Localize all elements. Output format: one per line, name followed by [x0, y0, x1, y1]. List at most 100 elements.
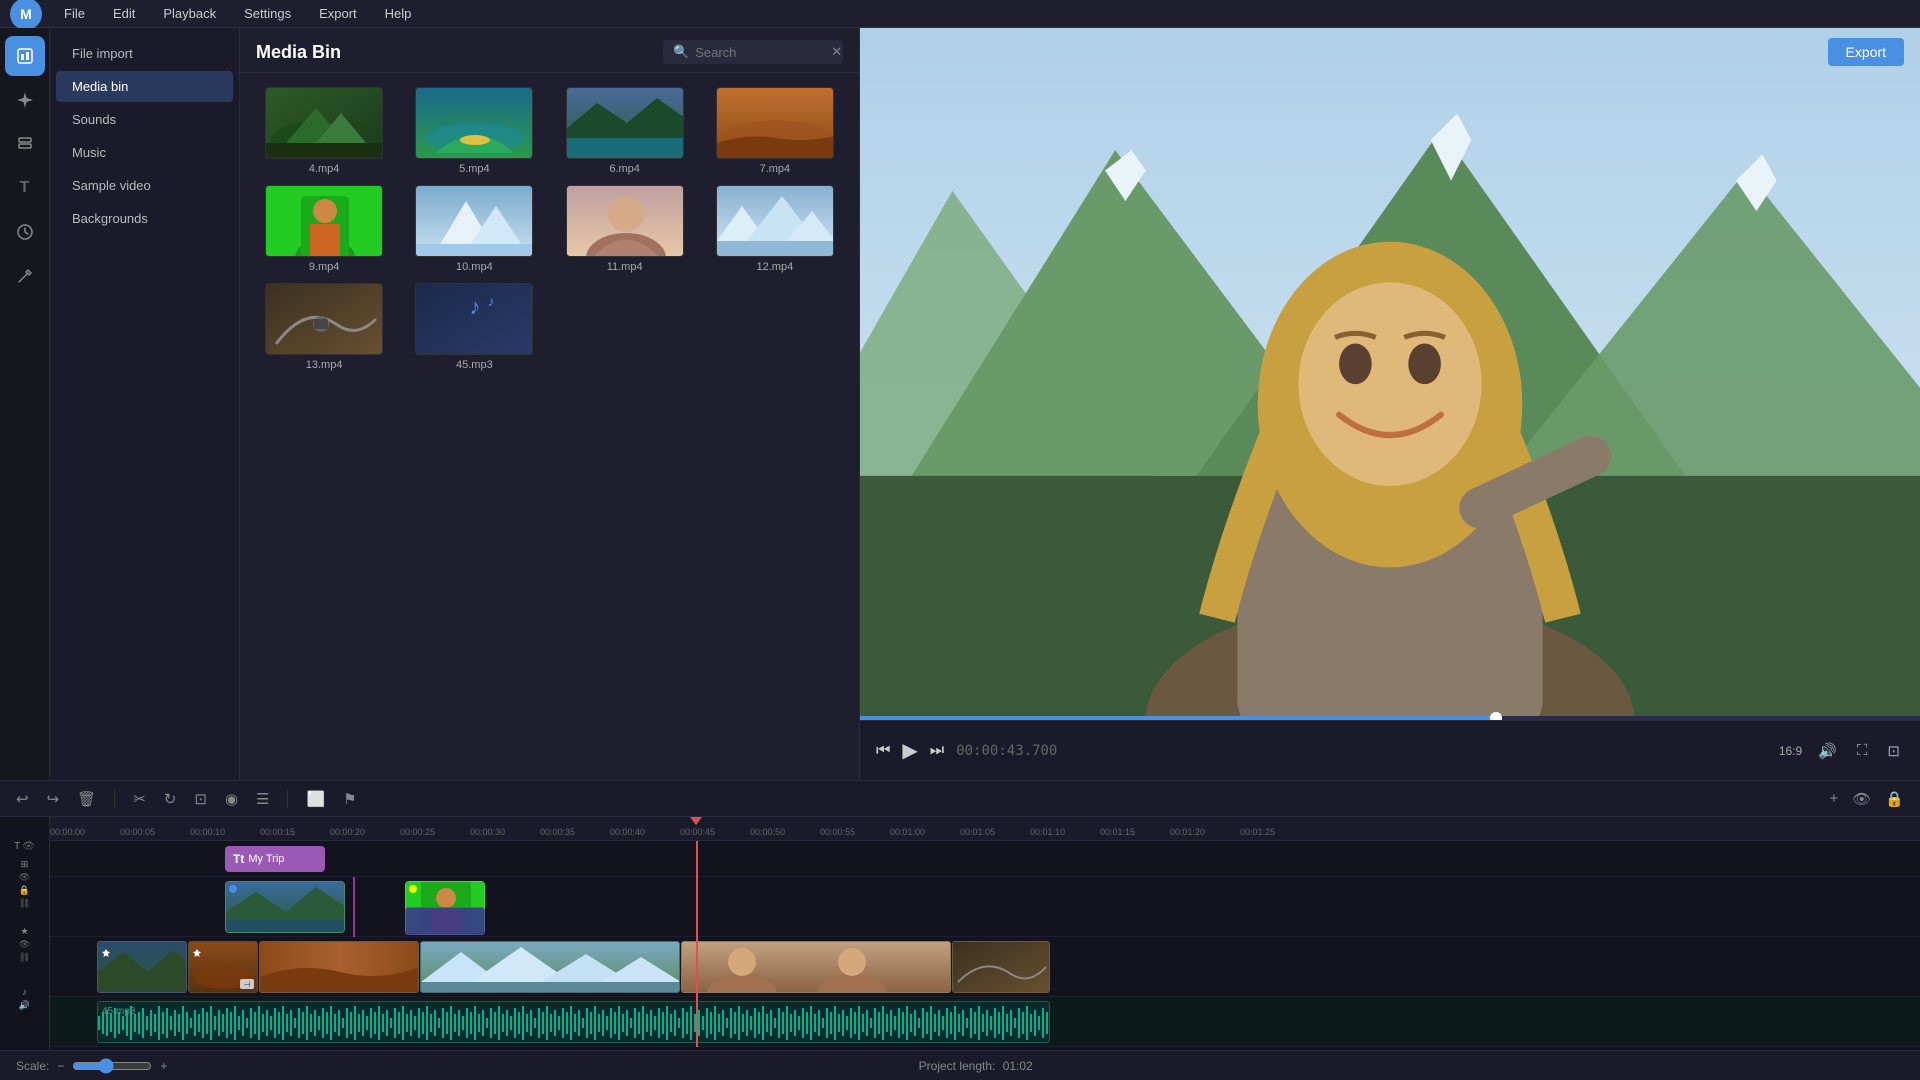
- marker-button[interactable]: ⚑: [339, 788, 360, 810]
- divider-2: [287, 790, 288, 808]
- sidebar-icon-wrench[interactable]: [5, 256, 45, 296]
- ruler-mark-120: 00:01:20: [1170, 827, 1205, 840]
- sidebar-icon-clock[interactable]: [5, 212, 45, 252]
- audio-clip-45mp3[interactable]: 45.mp3: [97, 1001, 1050, 1043]
- ruler-mark-35: 00:00:35: [540, 827, 575, 840]
- main-video-track-row: ⊣: [50, 937, 1920, 997]
- media-bin-title: Media Bin: [256, 42, 341, 63]
- main-clip-3[interactable]: [259, 941, 419, 993]
- scale-slider[interactable]: [72, 1058, 152, 1074]
- media-item-9mp4[interactable]: 9.mp4: [254, 185, 394, 273]
- cut-button[interactable]: ✂: [129, 788, 150, 810]
- scale-plus-icon[interactable]: +: [160, 1059, 167, 1073]
- play-button[interactable]: ▶: [902, 738, 917, 763]
- search-box[interactable]: 🔍 ✕: [663, 40, 843, 64]
- main-clip-4[interactable]: [420, 941, 680, 993]
- media-item-4mp4[interactable]: 4.mp4: [254, 87, 394, 175]
- prev-frame-button[interactable]: ⏮: [876, 742, 890, 760]
- media-label-5mp4: 5.mp4: [459, 163, 490, 175]
- timecode-display: 00:00:43.700: [956, 743, 1057, 759]
- file-panel-item-mediabin[interactable]: Media bin: [56, 71, 233, 102]
- file-panel-item-fileimport[interactable]: File import: [56, 38, 233, 69]
- main-clip-2[interactable]: ⊣: [188, 941, 258, 993]
- file-panel-item-backgrounds[interactable]: Backgrounds: [56, 203, 233, 234]
- menu-edit[interactable]: Edit: [107, 4, 141, 23]
- playback-thumb[interactable]: [1490, 712, 1502, 720]
- clip-badge-2: [409, 885, 417, 893]
- eye-toggle[interactable]: 👁: [1848, 788, 1875, 810]
- waveform-svg: [98, 1002, 1050, 1043]
- track-label-video1: ⊞ 👁 🔒 ⛓: [0, 854, 49, 914]
- main-clip-5[interactable]: [681, 941, 951, 993]
- lock-toggle[interactable]: 🔒: [1881, 788, 1908, 810]
- playhead-line: [696, 841, 698, 1047]
- media-label-12mp4: 12.mp4: [757, 261, 794, 273]
- scene-button[interactable]: ⬜: [302, 788, 329, 810]
- timeline-area: ↩ ↪ 🗑 ✂ ↻ ⊡ ◉ ☰ ⬜ ⚑ + 👁 🔒 T 👁 ⊞: [0, 780, 1920, 1050]
- menu-file[interactable]: File: [58, 4, 91, 23]
- video-clip-lake[interactable]: [225, 881, 345, 933]
- media-label-9mp4: 9.mp4: [309, 261, 340, 273]
- file-panel-item-sounds[interactable]: Sounds: [56, 104, 233, 135]
- scale-label: Scale:: [16, 1059, 49, 1073]
- title-clip-mytrip[interactable]: Tt My Trip: [225, 846, 325, 872]
- menu-help[interactable]: Help: [379, 4, 418, 23]
- media-item-5mp4[interactable]: 5.mp4: [404, 87, 544, 175]
- sidebar-icon-home[interactable]: [5, 36, 45, 76]
- media-item-7mp4[interactable]: 7.mp4: [705, 87, 845, 175]
- file-panel: File import Media bin Sounds Music Sampl…: [50, 28, 240, 780]
- media-label-4mp4: 4.mp4: [309, 163, 340, 175]
- media-item-12mp4[interactable]: 12.mp4: [705, 185, 845, 273]
- menu-settings[interactable]: Settings: [238, 4, 297, 23]
- media-item-10mp4[interactable]: 10.mp4: [404, 185, 544, 273]
- left-sidebar: T: [0, 28, 50, 780]
- color-button[interactable]: ◉: [221, 788, 242, 810]
- media-grid: 4.mp4 5.mp4: [240, 73, 859, 385]
- scale-control: Scale: − +: [16, 1058, 167, 1074]
- redo-button[interactable]: ↪: [43, 788, 64, 810]
- align-button[interactable]: ☰: [252, 788, 273, 810]
- timeline-tracks: 00:00:00 00:00:05 00:00:10 00:00:15 00:0…: [50, 817, 1920, 1050]
- close-icon[interactable]: ✕: [831, 44, 842, 60]
- settings-button[interactable]: ⊡: [1883, 738, 1904, 764]
- sidebar-icon-magic[interactable]: [5, 80, 45, 120]
- crop-button[interactable]: ⊡: [190, 788, 211, 810]
- search-input[interactable]: [695, 45, 825, 60]
- eye-icon-1[interactable]: 👁: [22, 841, 35, 852]
- media-label-13mp4: 13.mp4: [306, 359, 343, 371]
- preview-top: [860, 28, 1920, 720]
- delete-button[interactable]: 🗑: [73, 788, 100, 810]
- sidebar-icon-layers[interactable]: [5, 124, 45, 164]
- fullscreen-button[interactable]: ⛶: [1853, 738, 1872, 763]
- track-labels: T 👁 ⊞ 👁 🔒 ⛓ ★ 👁 ⛓ ♪: [0, 817, 50, 1050]
- media-item-45mp3[interactable]: ♪ ♪ 45.mp3: [404, 283, 544, 371]
- scale-minus-icon[interactable]: −: [57, 1059, 64, 1073]
- media-item-11mp4[interactable]: 11.mp4: [555, 185, 695, 273]
- main-clip-6[interactable]: [952, 941, 1050, 993]
- divider-1: [114, 790, 115, 808]
- add-track-button[interactable]: +: [1826, 788, 1843, 809]
- track-container: Tt My Trip: [50, 841, 1920, 1047]
- menu-export[interactable]: Export: [313, 4, 363, 23]
- ruler-mark-55: 00:00:55: [820, 827, 855, 840]
- file-panel-item-samplevideo[interactable]: Sample video: [56, 170, 233, 201]
- media-item-6mp4[interactable]: 6.mp4: [555, 87, 695, 175]
- media-item-13mp4[interactable]: 13.mp4: [254, 283, 394, 371]
- ruler-mark-45: 00:00:45: [680, 827, 715, 840]
- export-button[interactable]: Export: [1828, 38, 1904, 66]
- ruler-mark-5: 00:00:05: [120, 827, 155, 840]
- clip-overlay[interactable]: [405, 907, 485, 935]
- volume-button[interactable]: 🔊: [1814, 738, 1841, 764]
- main-area: T File import Media bin Sounds Music Sam…: [0, 28, 1920, 780]
- track-controls: + 👁 🔒: [1826, 788, 1909, 810]
- redo2-button[interactable]: ↻: [160, 788, 181, 810]
- next-frame-button[interactable]: ⏭: [930, 742, 944, 760]
- main-clip-1[interactable]: [97, 941, 187, 993]
- file-panel-item-music[interactable]: Music: [56, 137, 233, 168]
- clip-badge: [229, 885, 237, 893]
- menu-playback[interactable]: Playback: [157, 4, 222, 23]
- playback-bar[interactable]: [860, 716, 1920, 720]
- undo-button[interactable]: ↩: [12, 788, 33, 810]
- sidebar-icon-text[interactable]: T: [5, 168, 45, 208]
- ruler-mark-25: 00:00:25: [400, 827, 435, 840]
